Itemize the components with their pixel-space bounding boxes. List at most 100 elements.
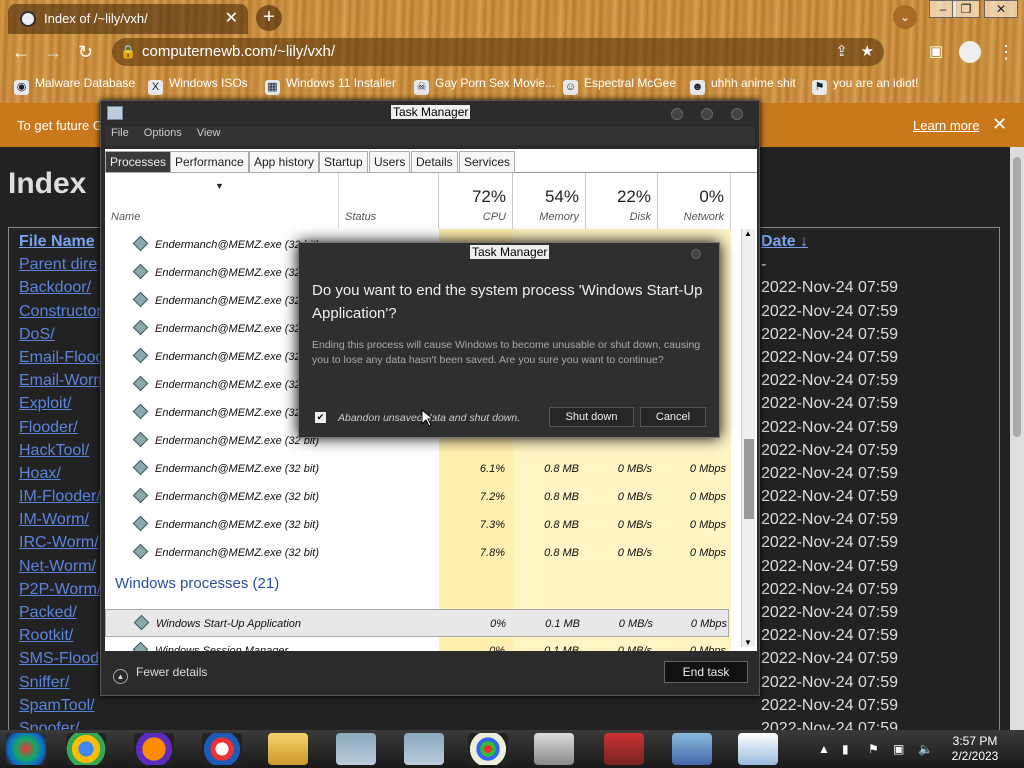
menu-view[interactable]: View [197, 127, 221, 139]
network-column-header[interactable]: 0% Network [658, 173, 731, 229]
file-link[interactable]: Email-Worm [19, 369, 107, 392]
group-header-windows-processes[interactable]: Windows processes (21) [115, 575, 279, 592]
abandon-data-checkbox[interactable]: ✔ [315, 412, 326, 423]
dialog-close-icon[interactable] [691, 249, 701, 259]
process-row[interactable]: Endermanch@MEMZ.exe (32 bit) 7.2% 0.8 MB 0 … [105, 483, 729, 511]
file-link[interactable]: Flooder/ [19, 416, 107, 439]
process-row[interactable]: Windows Session Manager 0% 0.1 MB 0 MB/s 0 M… [105, 637, 729, 651]
browser-tab[interactable]: Index of /~lily/vxh/ ✕ [8, 4, 248, 34]
tray-battery-icon[interactable]: ▮ [842, 742, 849, 756]
bookmark-malware-database[interactable]: ◉ Malware Database [14, 76, 135, 95]
end-task-button[interactable]: End task [664, 661, 748, 683]
new-tab-button[interactable]: + [256, 5, 282, 31]
taskbar-clock[interactable]: 3:57 PM 2/2/2023 [944, 734, 1006, 764]
back-icon[interactable]: ← [12, 42, 30, 63]
file-link[interactable]: IM-Worm/ [19, 508, 107, 531]
menu-file[interactable]: File [111, 127, 129, 139]
computer-icon[interactable] [336, 733, 376, 765]
file-link[interactable]: Rootkit/ [19, 624, 107, 647]
maximize-icon[interactable]: ❐ [952, 0, 980, 18]
profile-avatar[interactable] [959, 41, 981, 63]
wordpad-icon[interactable] [738, 733, 778, 765]
file-link[interactable]: DoS/ [19, 323, 107, 346]
file-link[interactable]: HackTool/ [19, 439, 107, 462]
menu-options[interactable]: Options [144, 127, 182, 139]
memory-column-header[interactable]: 54% Memory [513, 173, 586, 229]
tray-expand-icon[interactable]: ▲ [818, 742, 830, 756]
close-infobar-icon[interactable]: ✕ [992, 114, 1007, 135]
bookmark-windows11-installer[interactable]: ▦ Windows 11 Installer [265, 76, 396, 95]
close-window-icon[interactable]: ✕ [984, 0, 1018, 18]
menu-kebab-icon[interactable]: ⋮ [997, 42, 1015, 63]
file-link[interactable]: IM-Flooder/ [19, 485, 107, 508]
name-column-header[interactable]: ▼ Name [105, 173, 339, 229]
file-link[interactable]: Sniffer/ [19, 671, 107, 694]
side-panel-icon[interactable]: ▣ [929, 42, 943, 60]
file-link[interactable]: IRC-Worm/ [19, 531, 107, 554]
firefox-icon[interactable] [134, 733, 174, 765]
file-link[interactable]: Packed/ [19, 601, 107, 624]
close-tab-icon[interactable]: ✕ [225, 8, 238, 28]
tm-scroll-thumb[interactable] [744, 439, 754, 519]
fewer-details-button[interactable]: ▲ Fewer details [113, 665, 207, 684]
bookmark-star-icon[interactable]: ★ [861, 42, 874, 60]
disk-column-header[interactable]: 22% Disk [586, 173, 658, 229]
cpu-column-header[interactable]: 72% CPU [439, 173, 513, 229]
url-text[interactable]: computernewb.com/~lily/vxh/ [142, 43, 335, 60]
start-button-icon[interactable] [6, 733, 46, 765]
obama-logo-icon[interactable] [202, 733, 242, 765]
tab-details[interactable]: Details [411, 151, 458, 173]
status-column-header[interactable]: Status [339, 173, 439, 229]
tm-minimize-icon[interactable] [671, 108, 683, 120]
file-name-header[interactable]: File Name [19, 230, 107, 253]
tab-users[interactable]: Users [369, 151, 411, 173]
reload-icon[interactable]: ↻ [78, 42, 93, 63]
bookmark-gay-porn[interactable]: ☠ Gay Porn Sex Movie... [414, 76, 555, 95]
process-row-selected[interactable]: Windows Start-Up Application 0% 0.1 MB 0 MB… [105, 609, 729, 637]
tab-performance[interactable]: Performance [170, 151, 249, 173]
network-computer-icon[interactable] [404, 733, 444, 765]
scroll-thumb[interactable] [1013, 157, 1021, 437]
file-link[interactable]: SMS-Flood [19, 647, 107, 670]
paint-icon[interactable] [468, 733, 508, 765]
file-link[interactable]: Backdoor/ [19, 276, 107, 299]
bookmark-windows-isos[interactable]: X Windows ISOs [148, 76, 248, 95]
bookmark-espectral-mcgee[interactable]: ☺ Espectral McGee [563, 76, 676, 95]
tm-close-icon[interactable] [731, 108, 743, 120]
file-link[interactable]: Parent dire [19, 253, 107, 276]
tm-scrollbar[interactable]: ▲ ▼ [741, 229, 755, 647]
learn-more-link[interactable]: Learn more [913, 118, 979, 133]
tab-search-icon[interactable]: ⌄ [893, 5, 917, 29]
folder-icon[interactable] [268, 733, 308, 765]
volume-icon[interactable]: 🔈 [918, 742, 933, 756]
monitor-icon[interactable] [604, 733, 644, 765]
file-link[interactable]: Net-Worm/ [19, 555, 107, 578]
address-bar[interactable]: 🔒 computernewb.com/~lily/vxh/ ⇪ ★ [112, 38, 884, 66]
file-link[interactable]: Email-Flood [19, 346, 107, 369]
date-header[interactable]: Date ↓ [761, 230, 898, 253]
tab-startup[interactable]: Startup [319, 151, 368, 173]
process-row[interactable]: Endermanch@MEMZ.exe (32 bit) 7.8% 0.8 MB 0 … [105, 539, 729, 567]
scroll-down-icon[interactable]: ▼ [744, 638, 752, 647]
tab-app-history[interactable]: App history [249, 151, 320, 173]
share-icon[interactable]: ⇪ [835, 42, 848, 60]
process-row[interactable]: Endermanch@MEMZ.exe (32 bit) 7.3% 0.8 MB 0 … [105, 511, 729, 539]
file-link[interactable]: P2P-Worm/ [19, 578, 107, 601]
chrome-icon[interactable] [66, 733, 106, 765]
tab-processes[interactable]: Processes [105, 151, 172, 173]
file-link[interactable]: Constructor [19, 300, 107, 323]
file-link[interactable]: Spoofer/ [19, 717, 107, 730]
tab-services[interactable]: Services [459, 151, 516, 173]
shut-down-button[interactable]: Shut down [549, 407, 634, 427]
printer-icon[interactable] [534, 733, 574, 765]
file-link[interactable]: SpamTool/ [19, 694, 107, 717]
task-manager-taskbar-icon[interactable] [672, 733, 712, 765]
file-link[interactable]: Exploit/ [19, 392, 107, 415]
tm-titlebar[interactable]: Task Manager [101, 101, 759, 127]
bookmark-you-are-an-idiot[interactable]: ⚑ you are an idiot! [812, 76, 918, 95]
action-center-flag-icon[interactable]: ⚑ [868, 742, 879, 756]
process-row[interactable]: Endermanch@MEMZ.exe (32 bit) 6.1% 0.8 MB 0 … [105, 455, 729, 483]
scroll-up-icon[interactable]: ▲ [744, 229, 752, 238]
forward-icon[interactable]: → [44, 42, 62, 63]
bookmark-anime[interactable]: ☻ uhhh anime shit [690, 76, 796, 95]
